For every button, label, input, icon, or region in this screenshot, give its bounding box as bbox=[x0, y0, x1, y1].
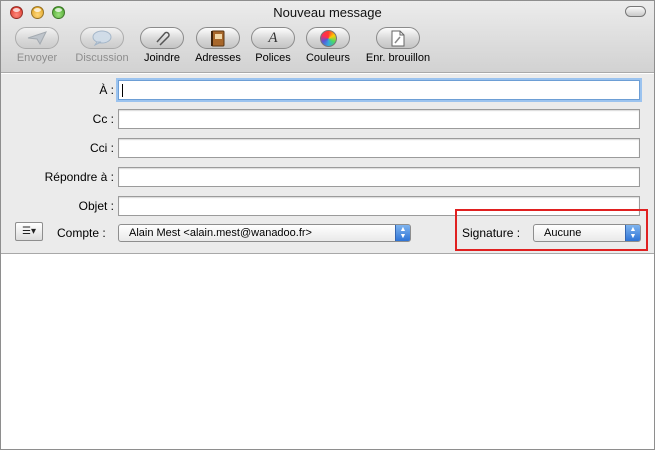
message-body[interactable] bbox=[1, 255, 654, 449]
addresses-label: Adresses bbox=[195, 52, 241, 64]
header-options-menu-button[interactable]: ☰▾ bbox=[15, 222, 43, 241]
addresses-button[interactable]: Adresses bbox=[193, 27, 243, 69]
chat-bubble-icon bbox=[92, 30, 112, 46]
window-title: Nouveau message bbox=[273, 5, 382, 20]
cc-label: Cc : bbox=[92, 112, 114, 126]
to-label: À : bbox=[99, 83, 114, 97]
signature-highlight-box bbox=[455, 209, 648, 251]
save-draft-label: Enr. brouillon bbox=[365, 52, 431, 64]
send-label: Envoyer bbox=[16, 52, 58, 64]
compose-window: Nouveau message Envoyer Discussion Joind… bbox=[0, 0, 655, 450]
toolbar-toggle-button[interactable] bbox=[625, 6, 646, 17]
font-a-icon: A bbox=[268, 29, 278, 46]
account-selected: Alain Mest <alain.mest@wanadoo.fr> bbox=[129, 227, 312, 239]
color-wheel-icon bbox=[319, 29, 337, 47]
fonts-button[interactable]: A Polices bbox=[251, 27, 295, 69]
subject-label: Objet : bbox=[78, 199, 114, 213]
save-draft-button[interactable]: Enr. brouillon bbox=[360, 27, 436, 69]
paper-plane-icon bbox=[27, 31, 47, 45]
address-book-icon bbox=[211, 30, 225, 46]
account-label: Compte : bbox=[57, 226, 106, 240]
discussion-button[interactable]: Discussion bbox=[71, 27, 133, 69]
fonts-label: Polices bbox=[255, 52, 291, 64]
send-button[interactable]: Envoyer bbox=[13, 27, 61, 69]
title-toolbar: Nouveau message Envoyer Discussion Joind… bbox=[1, 1, 654, 73]
attach-button[interactable]: Joindre bbox=[140, 27, 184, 69]
popup-arrows-icon: ▲ ▼ bbox=[395, 225, 410, 241]
bcc-field[interactable] bbox=[118, 138, 640, 158]
cc-field[interactable] bbox=[118, 109, 640, 129]
paperclip-icon bbox=[156, 31, 170, 46]
attach-label: Joindre bbox=[143, 52, 181, 64]
reply-to-label: Répondre à : bbox=[44, 170, 114, 184]
draft-document-icon bbox=[391, 30, 405, 46]
reply-to-field[interactable] bbox=[118, 167, 640, 187]
colors-label: Couleurs bbox=[305, 52, 351, 64]
account-popup[interactable]: Alain Mest <alain.mest@wanadoo.fr> ▲ ▼ bbox=[118, 224, 411, 242]
bcc-label: Cci : bbox=[90, 141, 114, 155]
discussion-label: Discussion bbox=[75, 52, 129, 64]
to-field[interactable] bbox=[118, 80, 640, 100]
colors-button[interactable]: Couleurs bbox=[303, 27, 353, 69]
